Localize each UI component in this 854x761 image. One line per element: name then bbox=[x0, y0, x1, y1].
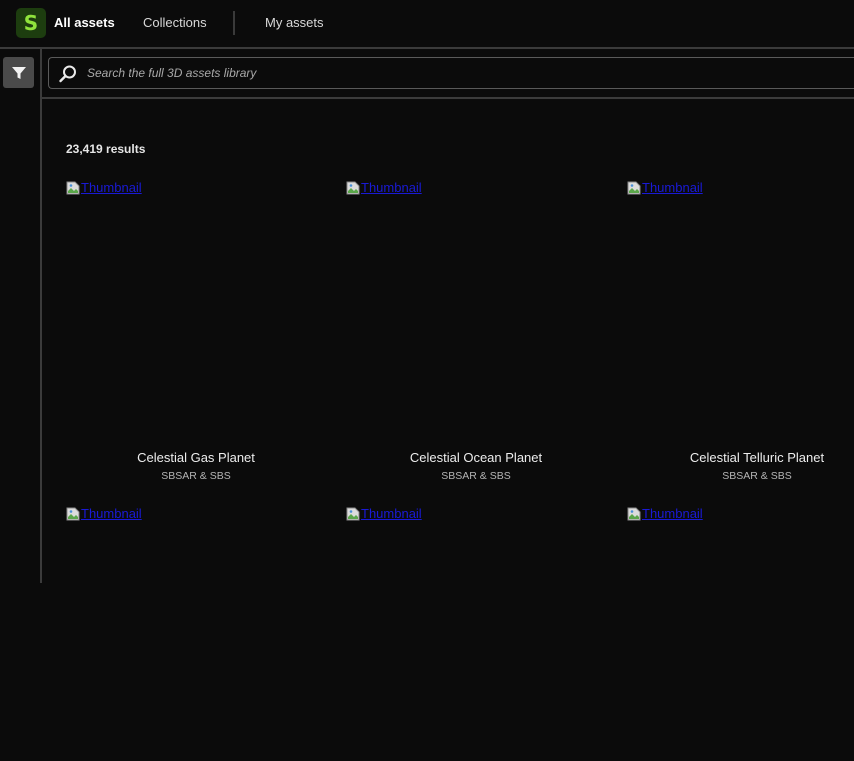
thumbnail-alt-text: Thumbnail bbox=[642, 180, 703, 195]
thumbnail-alt-text: Thumbnail bbox=[361, 506, 422, 521]
asset-thumbnail[interactable]: Thumbnail bbox=[346, 180, 606, 435]
asset-title[interactable]: Celestial Ocean Planet bbox=[346, 450, 606, 465]
asset-thumbnail[interactable]: Thumbnail bbox=[627, 506, 854, 761]
asset-thumbnail[interactable]: Thumbnail bbox=[346, 506, 606, 761]
asset-format: SBSAR & SBS bbox=[441, 470, 511, 482]
thumbnail-alt-text: Thumbnail bbox=[642, 506, 703, 521]
top-divider bbox=[0, 47, 854, 49]
left-rail-divider bbox=[40, 49, 42, 583]
asset-title[interactable]: Celestial Gas Planet bbox=[66, 450, 326, 465]
thumbnail-alt-text: Thumbnail bbox=[81, 506, 142, 521]
filter-button[interactable] bbox=[3, 57, 34, 88]
filter-funnel-icon bbox=[11, 66, 26, 79]
broken-image: Thumbnail bbox=[627, 180, 703, 196]
nav-tab-all-assets[interactable]: All assets bbox=[54, 15, 115, 30]
broken-image: Thumbnail bbox=[346, 180, 422, 196]
nav-tab-collections[interactable]: Collections bbox=[143, 15, 207, 30]
broken-image-icon bbox=[66, 181, 80, 195]
broken-image: Thumbnail bbox=[66, 506, 142, 522]
search-divider bbox=[42, 97, 854, 99]
broken-image: Thumbnail bbox=[346, 506, 422, 522]
asset-format: SBSAR & SBS bbox=[722, 470, 792, 482]
asset-thumbnail[interactable]: Thumbnail bbox=[66, 506, 326, 761]
search-input[interactable] bbox=[85, 58, 845, 88]
asset-thumbnail[interactable]: Thumbnail bbox=[66, 180, 326, 435]
asset-format: SBSAR & SBS bbox=[161, 470, 231, 482]
results-count: 23,419 results bbox=[66, 142, 146, 156]
broken-image-icon bbox=[627, 507, 641, 521]
broken-image: Thumbnail bbox=[66, 180, 142, 196]
top-nav-bar: S All assets Collections My assets bbox=[0, 0, 854, 47]
search-bar[interactable] bbox=[48, 57, 854, 89]
asset-title[interactable]: Celestial Telluric Planet bbox=[627, 450, 854, 465]
broken-image-icon bbox=[346, 181, 360, 195]
search-icon bbox=[59, 65, 76, 83]
broken-image-icon bbox=[66, 507, 80, 521]
nav-divider bbox=[233, 11, 235, 35]
nav-tab-my-assets[interactable]: My assets bbox=[265, 15, 324, 30]
thumbnail-alt-text: Thumbnail bbox=[81, 180, 142, 195]
left-rail bbox=[0, 49, 40, 583]
asset-thumbnail[interactable]: Thumbnail bbox=[627, 180, 854, 435]
app-logo[interactable]: S bbox=[16, 8, 46, 38]
thumbnail-alt-text: Thumbnail bbox=[361, 180, 422, 195]
broken-image-icon bbox=[346, 507, 360, 521]
broken-image: Thumbnail bbox=[627, 506, 703, 522]
logo-letter: S bbox=[23, 11, 39, 35]
broken-image-icon bbox=[627, 181, 641, 195]
